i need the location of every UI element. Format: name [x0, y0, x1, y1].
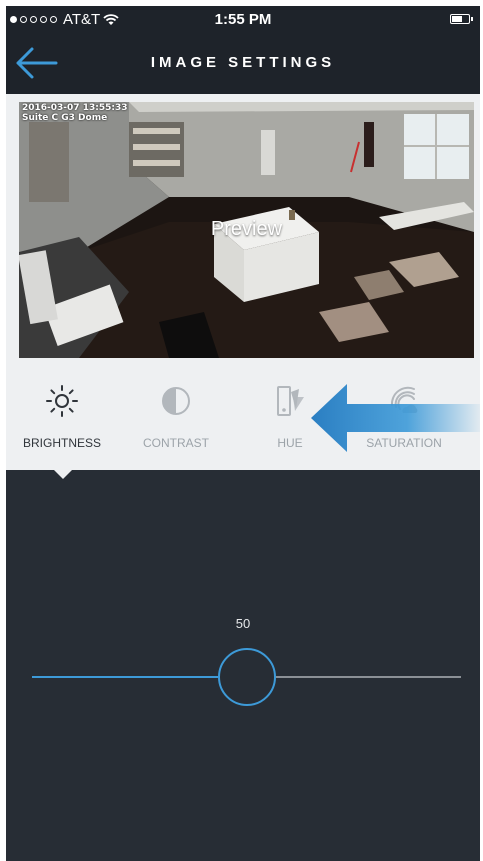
slider-track-filled[interactable]	[32, 676, 218, 678]
camera-preview: 2016-03-07 13:55:33 Suite C G3 Dome Prev…	[19, 102, 474, 358]
camera-timestamp: 2016-03-07 13:55:33	[22, 103, 128, 113]
hue-icon	[277, 386, 304, 416]
sun-icon	[46, 385, 78, 417]
battery-icon	[450, 14, 473, 24]
tab-label: SATURATION	[366, 436, 442, 450]
tab-label: BRIGHTNESS	[22, 436, 101, 450]
tab-saturation[interactable]: SATURATION	[348, 358, 460, 470]
tab-label: HUE	[277, 436, 303, 450]
tab-label: CONTRAST	[143, 436, 209, 450]
page-title: IMAGE SETTINGS	[150, 54, 336, 71]
brightness-slider[interactable]	[32, 648, 461, 708]
slider-value: 50	[235, 616, 251, 631]
camera-name: Suite C G3 Dome	[22, 113, 108, 123]
tab-brightness[interactable]: BRIGHTNESS	[6, 358, 118, 470]
status-bar: AT&T 1:55 PM	[6, 6, 480, 32]
adjustment-panel: 50	[6, 470, 480, 861]
settings-tabs: BRIGHTNESS CONTRAST HUE SATURATION	[6, 358, 480, 470]
contrast-icon	[162, 387, 190, 415]
nav-bar: IMAGE SETTINGS	[6, 32, 480, 94]
preview-label: Preview	[210, 218, 283, 240]
tab-hue[interactable]: HUE	[234, 358, 346, 470]
camera-overlay: 2016-03-07 13:55:33 Suite C G3 Dome	[22, 103, 127, 123]
app-screen: AT&T 1:55 PM IMAGE SETTINGS 2016-03-07 1…	[6, 6, 480, 861]
slider-track-empty[interactable]	[276, 676, 461, 678]
slider-thumb[interactable]	[218, 648, 276, 706]
status-time: 1:55 PM	[214, 11, 272, 28]
saturation-icon	[390, 386, 418, 413]
tab-contrast[interactable]: CONTRAST	[120, 358, 232, 470]
battery-level	[452, 16, 462, 22]
active-tab-caret	[54, 470, 72, 479]
